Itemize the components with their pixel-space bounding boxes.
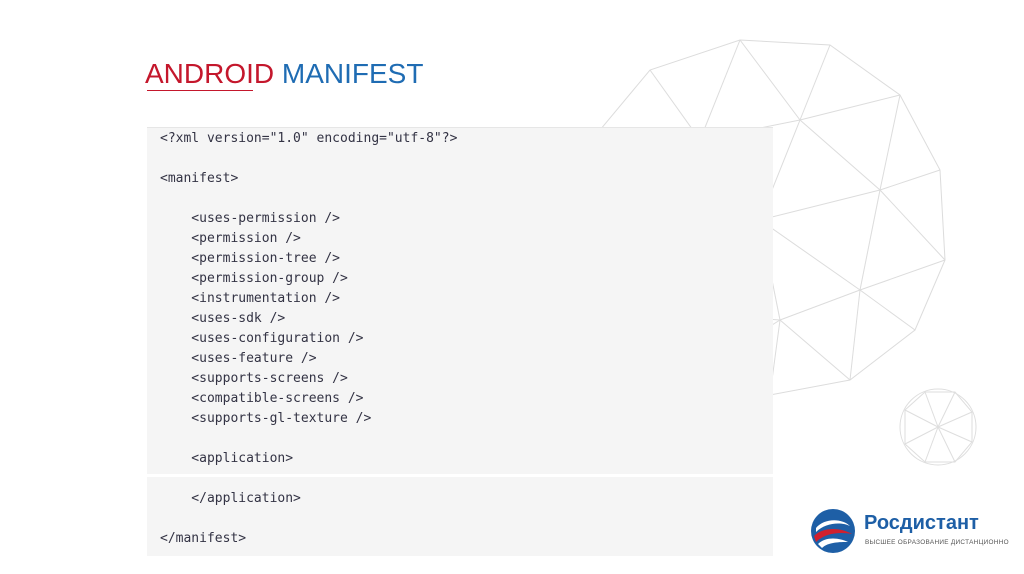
rosdistant-logo-icon: [811, 509, 855, 553]
code-block-gap: [147, 474, 773, 477]
logo-name: Росдистант: [864, 512, 979, 534]
code-line: <?xml version="1.0" encoding="utf-8"?>: [160, 131, 458, 146]
title-part-red: ANDROID: [145, 58, 275, 89]
code-line: <manifest>: [160, 171, 239, 186]
title-part-blue: MANIFEST: [274, 58, 424, 89]
code-line: <uses-sdk />: [160, 311, 286, 326]
code-line: <permission />: [160, 231, 301, 246]
code-line: <uses-permission />: [160, 211, 341, 226]
logo-subtitle: ВЫСШЕЕ ОБРАЗОВАНИЕ ДИСТАНЦИОННО: [865, 539, 1009, 546]
code-line: </application>: [160, 491, 301, 506]
code-line: <application>: [160, 451, 294, 466]
code-line: </manifest>: [160, 531, 247, 546]
code-line: <permission-tree />: [160, 251, 341, 266]
code-line: <uses-feature />: [160, 351, 317, 366]
code-line: <compatible-screens />: [160, 391, 364, 406]
title-underline: [147, 90, 253, 91]
code-line: <supports-gl-texture />: [160, 411, 372, 426]
code-line: <supports-screens />: [160, 371, 348, 386]
rosdistant-logo: Росдистант ВЫСШЕЕ ОБРАЗОВАНИЕ ДИСТАНЦИОН…: [808, 506, 1009, 556]
code-line: <uses-configuration />: [160, 331, 364, 346]
code-line: <permission-group />: [160, 271, 348, 286]
code-line: <instrumentation />: [160, 291, 341, 306]
page-title: ANDROID MANIFEST: [145, 58, 423, 90]
